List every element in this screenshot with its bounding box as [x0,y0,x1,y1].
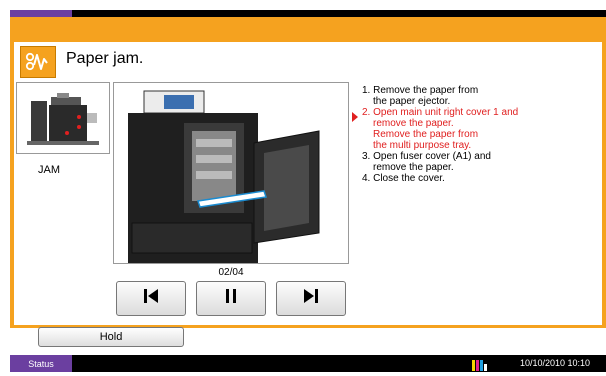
instruction-steps: 1. Remove the paper from the paper eject… [362,85,562,184]
active-step-pointer [352,112,358,122]
jam-location-label: JAM [38,164,60,176]
datetime-display: 10/10/2010 10:10 [520,358,591,368]
header-bar [10,17,606,42]
page-indicator: 02/04 [218,267,244,278]
printer-thumbnail[interactable] [16,82,110,154]
step-line: remove the paper. [373,162,454,173]
step-line: 4. Close the cover. [362,173,445,184]
frame-right-border [602,17,606,340]
next-button[interactable] [276,281,346,316]
step-line-active: the multi purpose tray. [373,140,472,151]
pause-icon [222,287,240,310]
hold-button[interactable]: Hold [38,327,184,347]
status-button[interactable]: Status [10,355,72,372]
toner-level-icon [472,358,488,371]
skip-next-icon [302,287,320,310]
step-line: 3. Open fuser cover (A1) and [362,151,491,162]
pause-button[interactable] [196,281,266,316]
jam-illustration [113,82,349,264]
step-line: 1. Remove the paper from [362,85,479,96]
step-line-active: 2. Open main unit right cover 1 and [362,107,519,118]
step-line: the paper ejector. [373,96,451,107]
paper-jam-icon [20,46,56,78]
status-tab-indicator [10,10,72,17]
skip-previous-icon [142,287,160,310]
page-title: Paper jam. [66,50,144,67]
previous-button[interactable] [116,281,186,316]
step-line-active: remove the paper. [373,118,454,129]
step-line-active: Remove the paper from [373,129,479,140]
system-status-bar [10,355,606,372]
